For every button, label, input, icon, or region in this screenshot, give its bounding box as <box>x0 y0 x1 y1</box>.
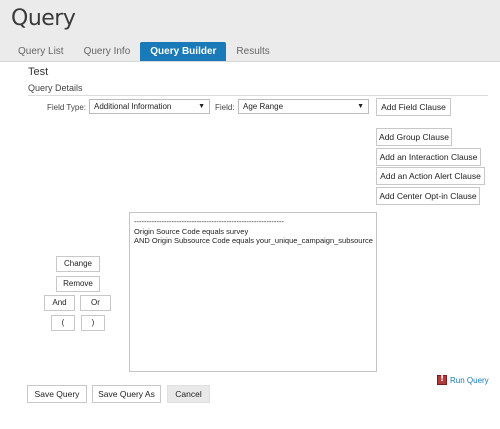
close-paren-button[interactable]: ) <box>81 315 105 331</box>
tab-bar: Query List Query Info Query Builder Resu… <box>8 42 280 62</box>
add-center-opt-in-clause-button[interactable]: Add Center Opt-in Clause <box>376 187 480 205</box>
field-type-label: Field Type: <box>47 103 86 112</box>
query-text-area[interactable]: ----------------------------------------… <box>129 212 377 372</box>
or-button[interactable]: Or <box>80 295 111 311</box>
add-group-clause-button[interactable]: Add Group Clause <box>376 128 452 146</box>
cancel-button[interactable]: Cancel <box>167 385 210 403</box>
open-paren-button[interactable]: ( <box>51 315 75 331</box>
remove-button[interactable]: Remove <box>56 276 100 292</box>
save-query-button[interactable]: Save Query <box>27 385 87 403</box>
query-separator: ----------------------------------------… <box>134 217 284 226</box>
change-button[interactable]: Change <box>56 256 100 272</box>
tab-query-builder[interactable]: Query Builder <box>140 42 227 62</box>
section-title: Query Details <box>28 83 83 93</box>
add-interaction-clause-button[interactable]: Add an Interaction Clause <box>376 148 481 166</box>
tab-query-info[interactable]: Query Info <box>74 42 141 62</box>
run-query-link[interactable]: Run Query <box>437 374 489 386</box>
query-name: Test <box>28 66 49 78</box>
section-divider <box>28 95 488 96</box>
save-query-as-button[interactable]: Save Query As <box>92 385 161 403</box>
field-select[interactable]: Age Range ▼ <box>238 99 369 114</box>
field-type-value: Additional Information <box>94 102 172 111</box>
tab-query-list[interactable]: Query List <box>8 42 74 62</box>
chevron-down-icon: ▼ <box>198 103 205 110</box>
tab-results[interactable]: Results <box>226 42 279 62</box>
warning-icon <box>437 374 447 385</box>
query-line[interactable]: AND Origin Subsource Code equals your_un… <box>134 236 373 246</box>
and-button[interactable]: And <box>44 295 75 311</box>
chevron-down-icon: ▼ <box>357 103 364 110</box>
run-query-label: Run Query <box>450 375 489 385</box>
tab-divider <box>0 61 500 62</box>
page-title: Query <box>11 6 76 31</box>
add-field-clause-button[interactable]: Add Field Clause <box>376 98 451 116</box>
field-label: Field: <box>215 103 235 112</box>
add-action-alert-clause-button[interactable]: Add an Action Alert Clause <box>376 167 485 185</box>
field-type-select[interactable]: Additional Information ▼ <box>89 99 210 114</box>
query-line[interactable]: Origin Source Code equals survey <box>134 227 372 237</box>
field-value: Age Range <box>243 102 284 111</box>
page-header: Query Query List Query Info Query Builde… <box>0 0 500 62</box>
